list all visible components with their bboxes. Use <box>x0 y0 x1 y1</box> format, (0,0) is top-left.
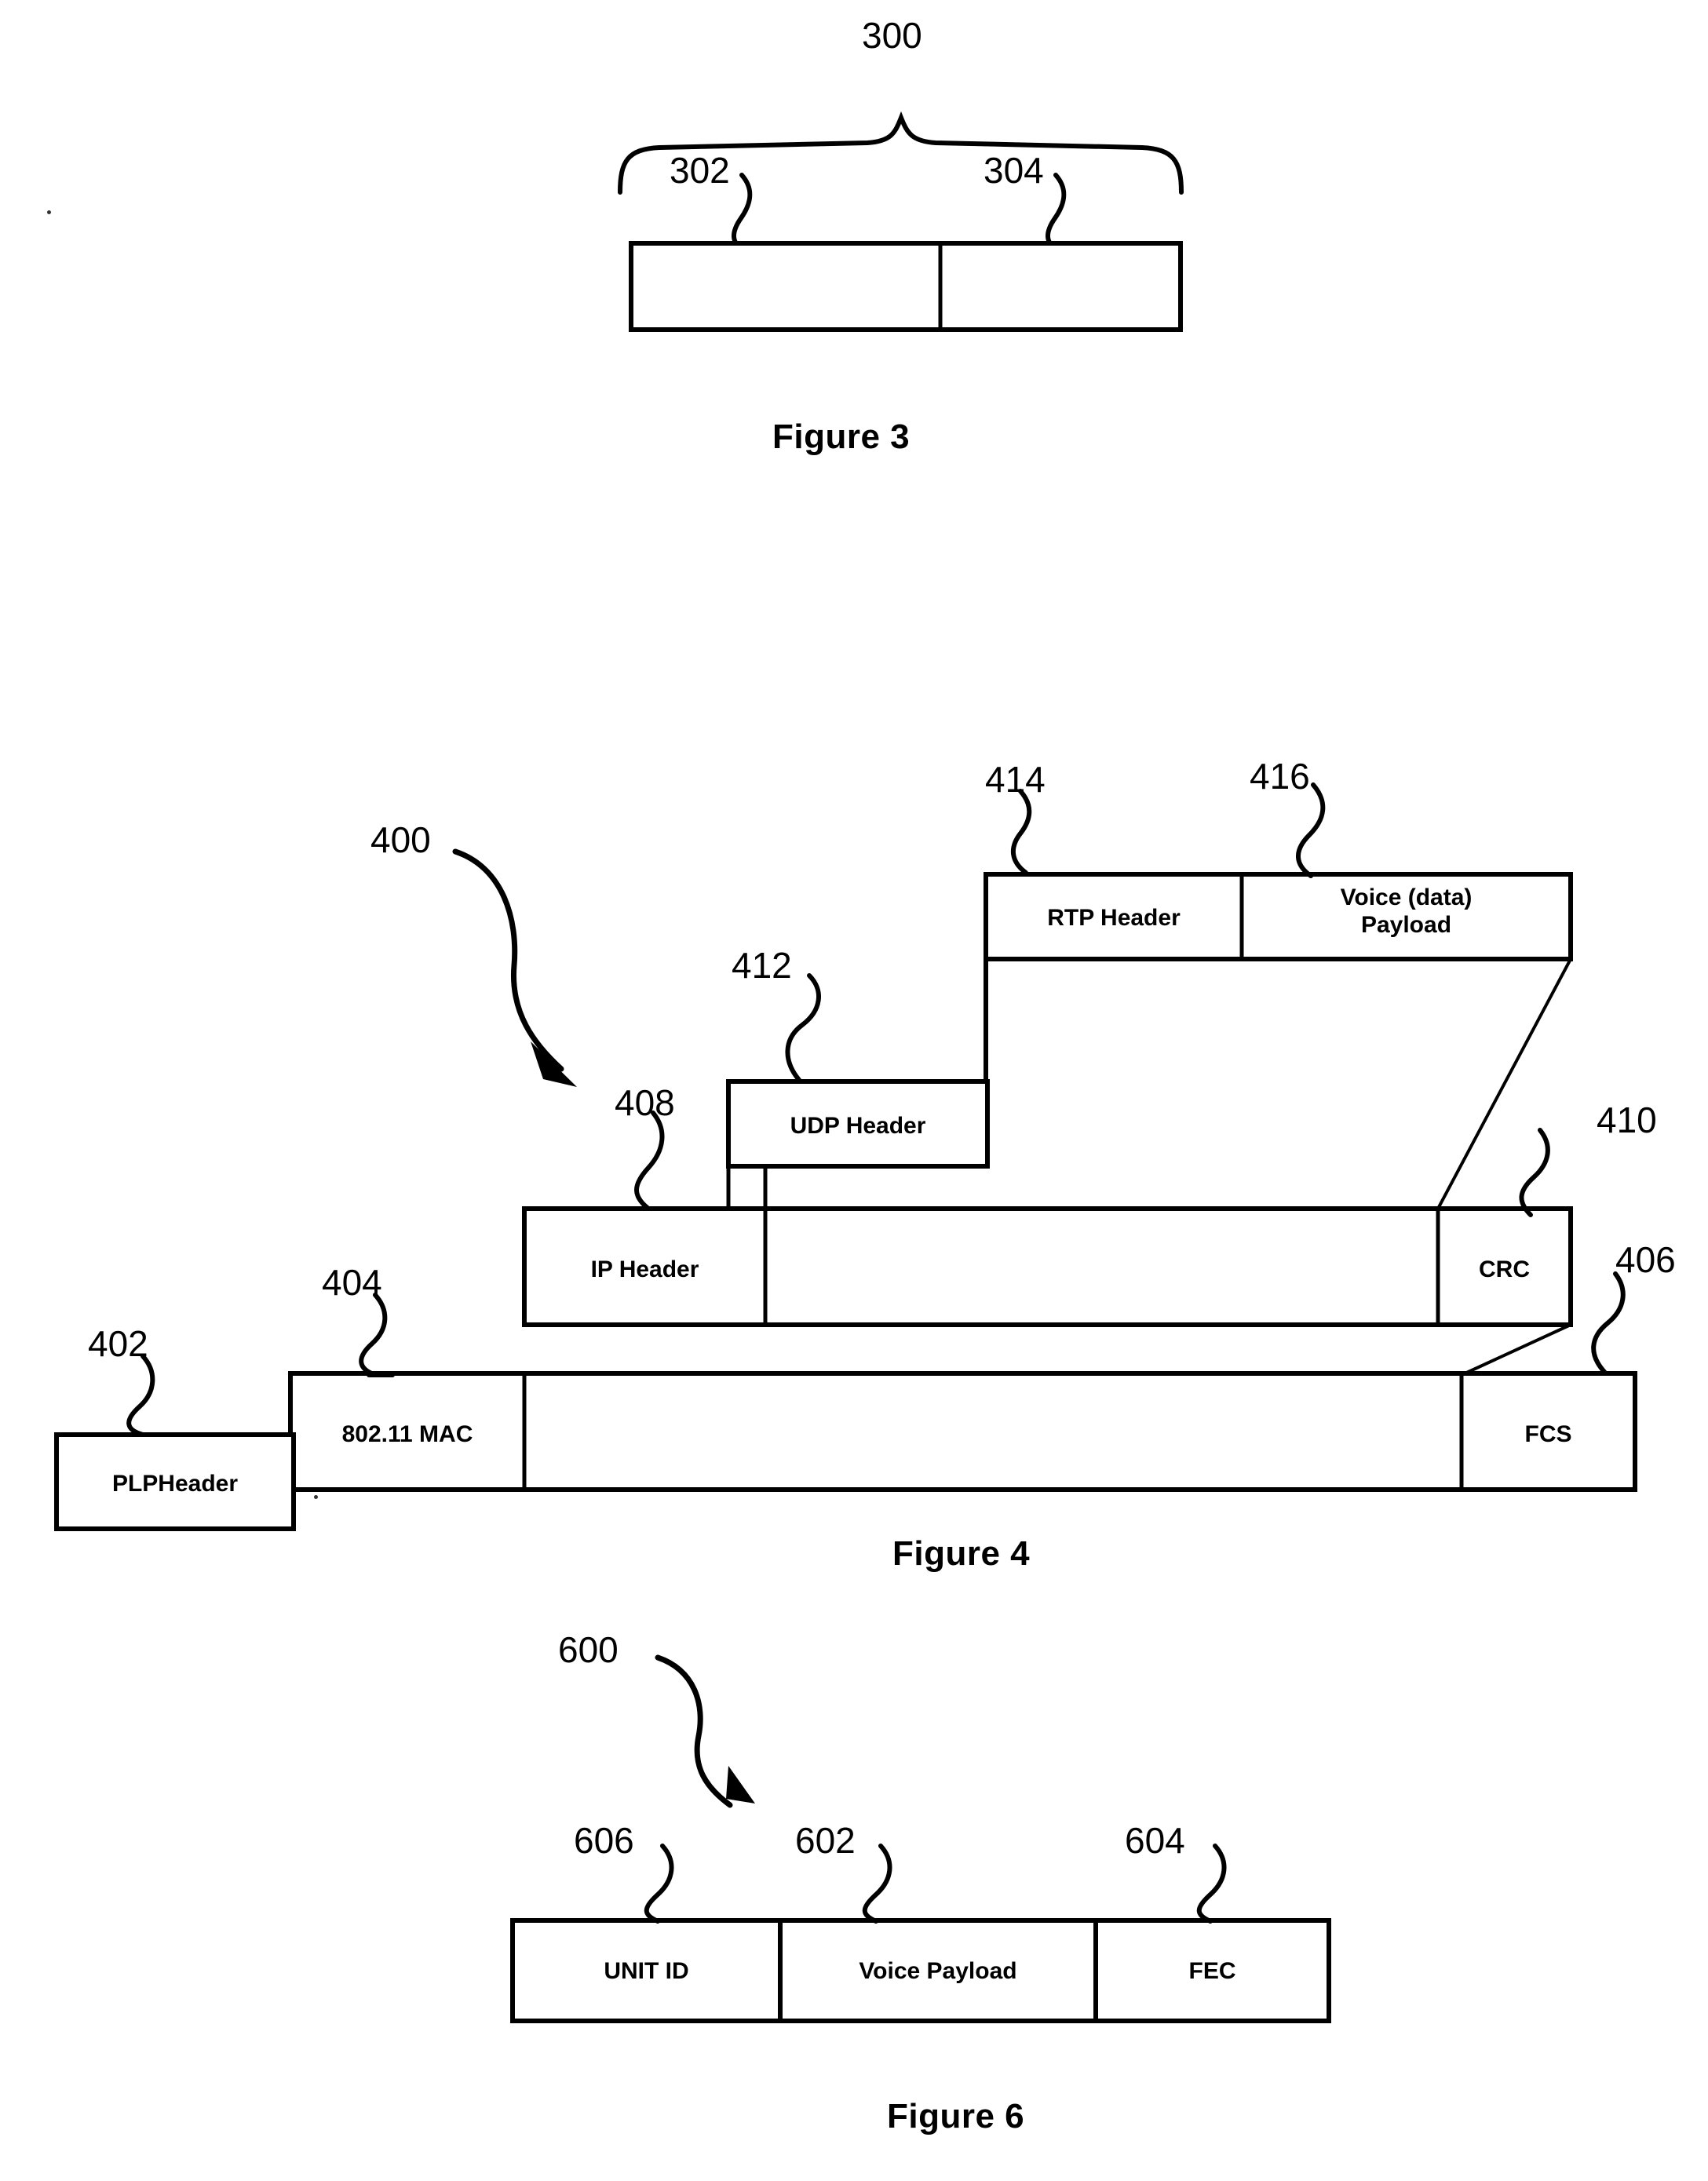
ref-number-606: 606 <box>574 1820 634 1861</box>
rtp-to-crc-diagonal <box>1436 958 1572 1209</box>
leader-604 <box>1196 1844 1227 1924</box>
ref-number-416: 416 <box>1250 756 1310 797</box>
cell-label-802-11-mac: 802.11 MAC <box>341 1421 473 1447</box>
voice-payload-line-1: Voice (data) <box>1340 884 1473 910</box>
ref-number-300: 300 <box>862 15 922 56</box>
cell-label-udp-header: UDP Header <box>790 1113 926 1139</box>
cell-label-plp-header: PLPHeader <box>111 1471 239 1497</box>
leader-404 <box>359 1293 388 1377</box>
figure-3-caption: Figure 3 <box>772 418 911 456</box>
leader-408 <box>634 1111 665 1211</box>
patent-drawing-sheet: 300 302 304 Figure 3 400 414 416 412 408… <box>0 0 1708 2181</box>
ref-number-304: 304 <box>984 150 1044 191</box>
ref-number-406: 406 <box>1615 1239 1676 1280</box>
cell-label-fcs: FCS <box>1524 1421 1572 1447</box>
ref-number-602: 602 <box>795 1820 856 1861</box>
leader-602 <box>862 1844 892 1924</box>
arrow-400-head <box>531 1041 577 1087</box>
leader-406 <box>1591 1271 1626 1374</box>
cell-label-voice-data-payload: Voice (data) Payload <box>1242 884 1571 939</box>
ip-to-fcs-diagonal <box>1461 1323 1571 1377</box>
ref-number-410: 410 <box>1597 1100 1657 1140</box>
scan-speck <box>47 210 51 214</box>
ref-number-302: 302 <box>670 150 730 191</box>
ref-number-414: 414 <box>985 759 1046 800</box>
arrow-600-shaft <box>655 1654 733 1808</box>
voice-payload-line-2: Payload <box>1360 912 1452 939</box>
leader-416 <box>1296 782 1326 878</box>
cell-label-unit-id: UNIT ID <box>604 1958 689 1984</box>
arrow-600-head <box>726 1766 755 1804</box>
cell-label-voice-payload: Voice Payload <box>859 1958 1017 1984</box>
leader-412 <box>785 973 821 1082</box>
ref-number-400: 400 <box>370 819 431 860</box>
ref-number-408: 408 <box>615 1082 675 1123</box>
ref-number-402: 402 <box>88 1323 148 1364</box>
cell-label-ip-header: IP Header <box>590 1256 699 1282</box>
arrow-400-shaft <box>452 848 564 1072</box>
leader-606 <box>644 1844 674 1924</box>
cell-label-fec: FEC <box>1188 1958 1236 1984</box>
scan-speck <box>314 1495 318 1499</box>
figure-6-caption: Figure 6 <box>887 2097 1025 2135</box>
cell-label-crc: CRC <box>1479 1256 1530 1282</box>
leader-414 <box>1010 789 1032 875</box>
ref-number-604: 604 <box>1125 1820 1185 1861</box>
leader-402 <box>126 1354 155 1437</box>
figure-4-caption: Figure 4 <box>892 1534 1031 1573</box>
fig3-outer-box <box>629 241 1183 332</box>
leader-410 <box>1519 1128 1550 1217</box>
ref-number-412: 412 <box>732 945 792 986</box>
cell-label-rtp-header: RTP Header <box>1047 905 1181 931</box>
ref-number-404: 404 <box>322 1262 382 1303</box>
ref-number-600: 600 <box>558 1629 619 1670</box>
